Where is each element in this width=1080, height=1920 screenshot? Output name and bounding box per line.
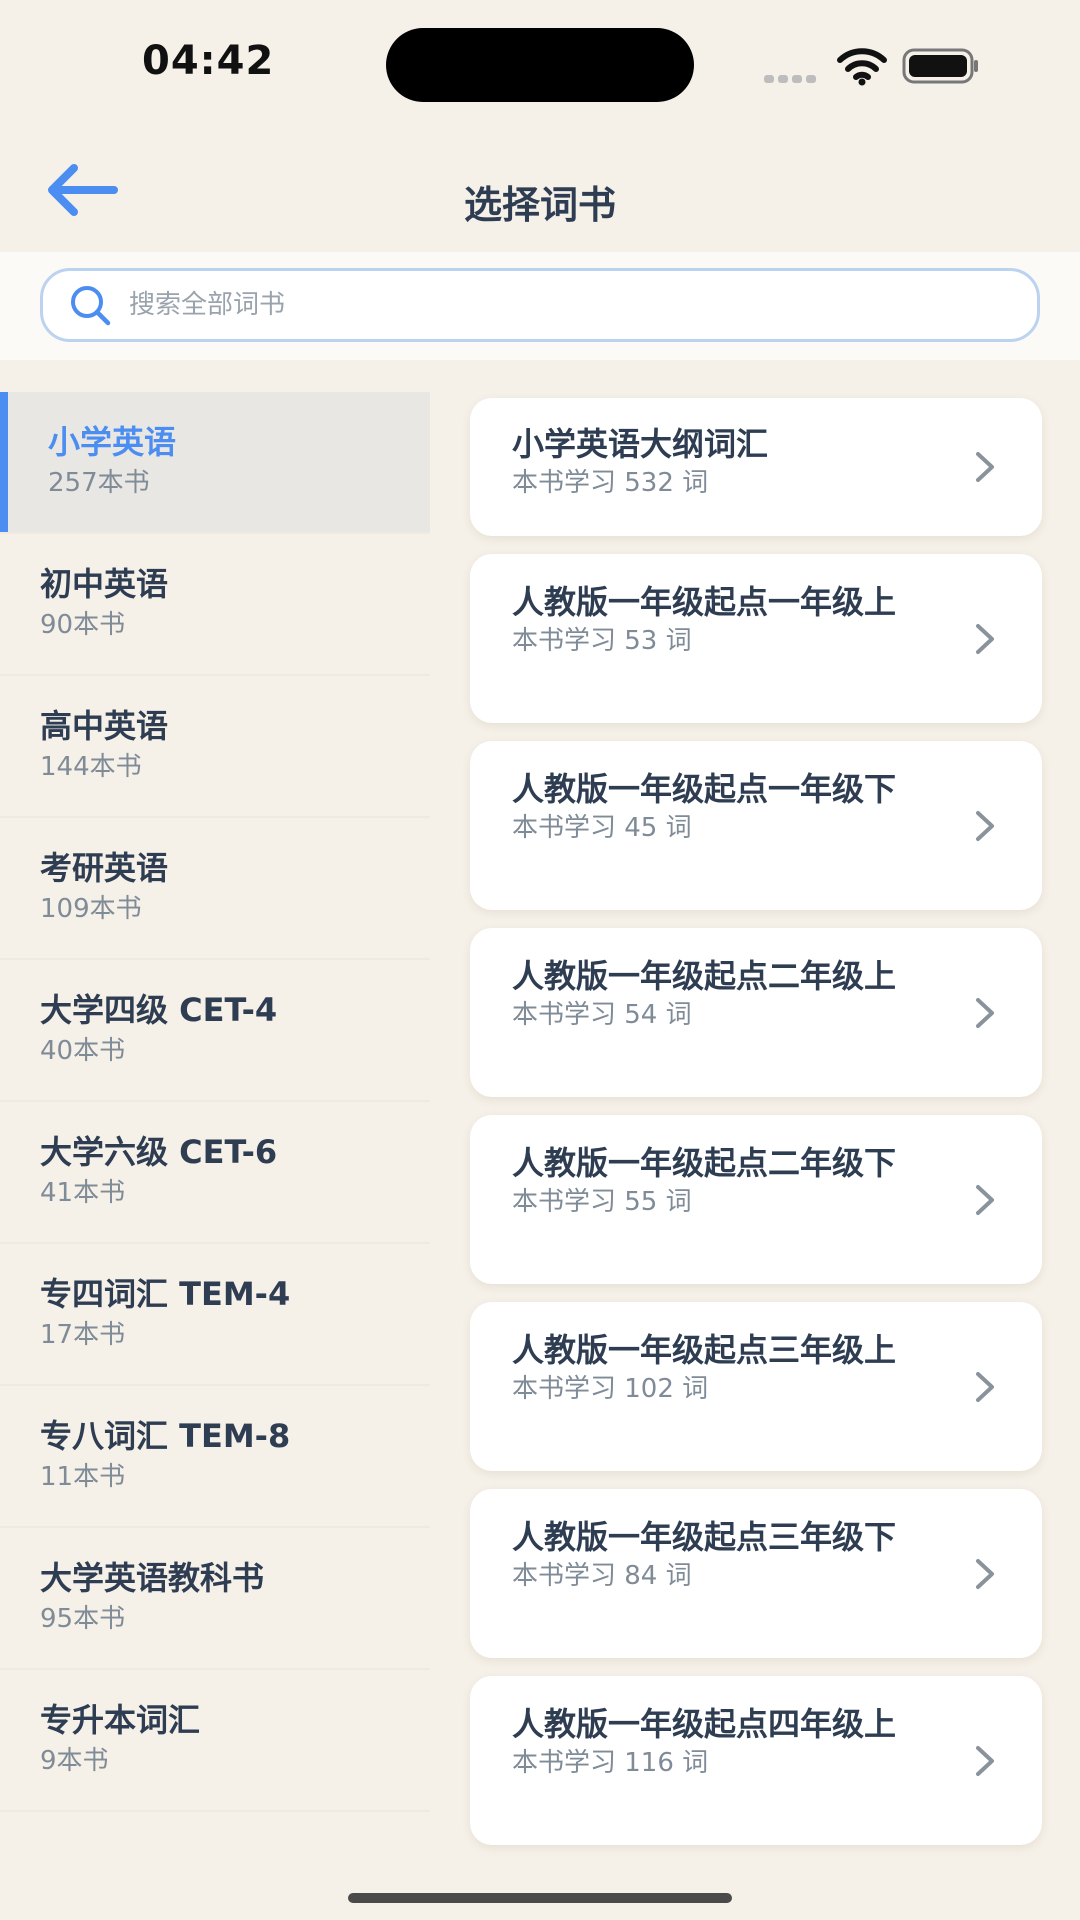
sidebar-item-name: 大学英语教科书 bbox=[40, 1559, 265, 1597]
sidebar-item-college-textbook[interactable]: 大学英语教科书 95本书 bbox=[0, 1528, 430, 1670]
book-card[interactable]: 人教版一年级起点四年级上 本书学习 116 词 bbox=[470, 1676, 1042, 1845]
sidebar-item-name: 小学英语 bbox=[48, 423, 177, 461]
book-word-count: 本书学习 116 词 bbox=[512, 1748, 709, 1778]
book-word-count: 本书学习 102 词 bbox=[512, 1374, 709, 1404]
sidebar-item-senior-english[interactable]: 高中英语 144本书 bbox=[0, 676, 430, 818]
search-box[interactable] bbox=[40, 268, 1040, 342]
sidebar-item-upgrade-vocab[interactable]: 专升本词汇 9本书 bbox=[0, 1670, 430, 1812]
search-bar bbox=[0, 252, 1080, 360]
search-input[interactable] bbox=[129, 290, 989, 320]
sidebar-item-tem4[interactable]: 专四词汇 TEM-4 17本书 bbox=[0, 1244, 430, 1386]
book-word-count: 本书学习 54 词 bbox=[512, 1000, 692, 1030]
book-card[interactable]: 人教版一年级起点二年级上 本书学习 54 词 bbox=[470, 928, 1042, 1097]
category-sidebar: 小学英语 257本书 初中英语 90本书 高中英语 144本书 考研英语 109… bbox=[0, 392, 430, 1812]
sidebar-item-count: 41本书 bbox=[40, 1178, 126, 1208]
sidebar-item-name: 大学六级 CET-6 bbox=[40, 1133, 278, 1171]
chevron-right-icon bbox=[976, 1558, 994, 1589]
cellular-signal-icon bbox=[764, 68, 822, 83]
home-indicator[interactable] bbox=[348, 1893, 732, 1903]
sidebar-item-name: 大学四级 CET-4 bbox=[40, 991, 278, 1029]
book-title: 人教版一年级起点四年级上 bbox=[512, 1705, 897, 1743]
book-word-count: 本书学习 84 词 bbox=[512, 1561, 692, 1591]
chevron-right-icon bbox=[976, 997, 994, 1028]
chevron-right-icon bbox=[976, 1371, 994, 1402]
sidebar-item-postgrad-english[interactable]: 考研英语 109本书 bbox=[0, 818, 430, 960]
book-card[interactable]: 人教版一年级起点三年级上 本书学习 102 词 bbox=[470, 1302, 1042, 1471]
book-title: 小学英语大纲词汇 bbox=[512, 425, 769, 463]
book-word-count: 本书学习 55 词 bbox=[512, 1187, 692, 1217]
sidebar-item-name: 专四词汇 TEM-4 bbox=[40, 1275, 291, 1313]
chevron-right-icon bbox=[976, 623, 994, 654]
book-title: 人教版一年级起点一年级上 bbox=[512, 583, 897, 621]
sidebar-item-cet4[interactable]: 大学四级 CET-4 40本书 bbox=[0, 960, 430, 1102]
sidebar-item-count: 90本书 bbox=[40, 610, 126, 640]
sidebar-item-name: 专升本词汇 bbox=[40, 1701, 201, 1739]
book-title: 人教版一年级起点一年级下 bbox=[512, 770, 897, 808]
sidebar-item-count: 109本书 bbox=[40, 894, 142, 924]
book-title: 人教版一年级起点三年级下 bbox=[512, 1518, 897, 1556]
book-title: 人教版一年级起点三年级上 bbox=[512, 1331, 897, 1369]
sidebar-item-cet6[interactable]: 大学六级 CET-6 41本书 bbox=[0, 1102, 430, 1244]
chevron-right-icon bbox=[976, 1184, 994, 1215]
sidebar-item-count: 17本书 bbox=[40, 1320, 126, 1350]
book-title: 人教版一年级起点二年级上 bbox=[512, 957, 897, 995]
chevron-right-icon bbox=[976, 810, 994, 841]
book-card[interactable]: 人教版一年级起点三年级下 本书学习 84 词 bbox=[470, 1489, 1042, 1658]
dynamic-island bbox=[386, 28, 694, 102]
sidebar-item-name: 专八词汇 TEM-8 bbox=[40, 1417, 291, 1455]
battery-icon bbox=[902, 48, 978, 84]
sidebar-item-count: 144本书 bbox=[40, 752, 142, 782]
page-title: 选择词书 bbox=[463, 183, 616, 227]
book-list: 小学英语大纲词汇 本书学习 532 词 人教版一年级起点一年级上 本书学习 53… bbox=[470, 398, 1042, 1863]
screen: 04:42 选择词书 搜索全部词书 小学英语 257本书 初中英语 90本书 高… bbox=[0, 0, 1080, 1920]
wifi-icon bbox=[837, 48, 887, 86]
sidebar-item-name: 考研英语 bbox=[40, 849, 169, 887]
book-word-count: 本书学习 53 词 bbox=[512, 626, 692, 656]
book-card[interactable]: 人教版一年级起点一年级上 本书学习 53 词 bbox=[470, 554, 1042, 723]
sidebar-item-tem8[interactable]: 专八词汇 TEM-8 11本书 bbox=[0, 1386, 430, 1528]
chevron-right-icon bbox=[976, 452, 994, 482]
sidebar-item-count: 95本书 bbox=[40, 1604, 126, 1634]
search-icon bbox=[71, 286, 111, 326]
sidebar-item-count: 9本书 bbox=[40, 1746, 109, 1776]
sidebar-item-count: 40本书 bbox=[40, 1036, 126, 1066]
book-word-count: 本书学习 45 词 bbox=[512, 813, 692, 843]
sidebar-item-junior-english[interactable]: 初中英语 90本书 bbox=[0, 534, 430, 676]
sidebar-item-count: 11本书 bbox=[40, 1462, 126, 1492]
book-card[interactable]: 小学英语大纲词汇 本书学习 532 词 bbox=[470, 398, 1042, 536]
book-title: 人教版一年级起点二年级下 bbox=[512, 1144, 897, 1182]
sidebar-item-name: 初中英语 bbox=[40, 565, 169, 603]
sidebar-item-name: 高中英语 bbox=[40, 707, 169, 745]
chevron-right-icon bbox=[976, 1745, 994, 1776]
nav-bar: 选择词书 bbox=[0, 130, 1080, 252]
sidebar-item-primary-english[interactable]: 小学英语 257本书 bbox=[0, 392, 430, 534]
status-time: 04:42 bbox=[142, 38, 275, 84]
book-card[interactable]: 人教版一年级起点二年级下 本书学习 55 词 bbox=[470, 1115, 1042, 1284]
book-word-count: 本书学习 532 词 bbox=[512, 468, 709, 498]
sidebar-item-count: 257本书 bbox=[48, 468, 150, 498]
status-bar: 04:42 bbox=[0, 0, 1080, 130]
book-card[interactable]: 人教版一年级起点一年级下 本书学习 45 词 bbox=[470, 741, 1042, 910]
